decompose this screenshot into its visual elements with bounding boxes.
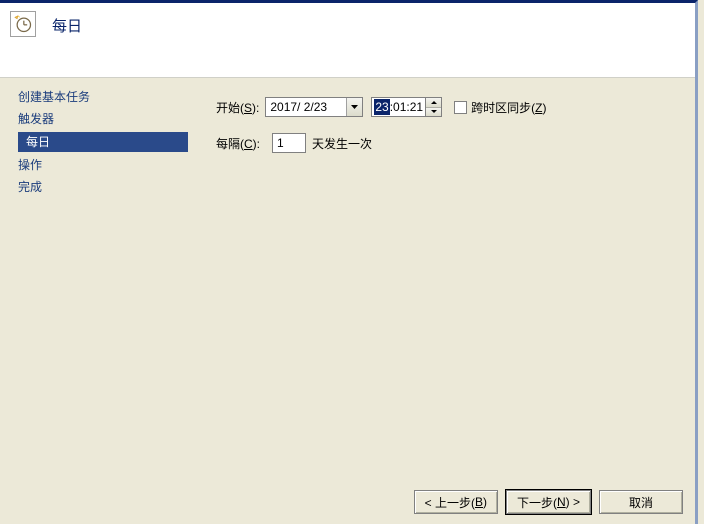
start-time-field[interactable]: 23:01:21 [371, 97, 426, 117]
clock-icon [10, 11, 36, 37]
wizard-window: 每日 创建基本任务 触发器 每日 操作 完成 开始(S): 2017/ 2/23 [0, 0, 698, 524]
sidebar-item-action[interactable]: 操作 [0, 154, 196, 176]
sidebar-item-trigger[interactable]: 触发器 [0, 108, 196, 130]
time-spin-down[interactable] [426, 108, 441, 117]
start-row: 开始(S): 2017/ 2/23 23:01:21 [216, 96, 685, 118]
footer-buttons: < 上一步(B) 下一步(N) > 取消 [414, 490, 683, 514]
content-pane: 开始(S): 2017/ 2/23 23:01:21 [196, 78, 695, 468]
wizard-body: 创建基本任务 触发器 每日 操作 完成 开始(S): 2017/ 2/23 [0, 78, 695, 468]
cancel-button[interactable]: 取消 [599, 490, 683, 514]
start-date-picker[interactable]: 2017/ 2/23 [265, 97, 363, 117]
recur-suffix: 天发生一次 [312, 135, 372, 152]
start-time-spinner[interactable]: 23:01:21 [371, 97, 442, 117]
time-hours-selected[interactable]: 23 [374, 99, 389, 115]
time-spin-up[interactable] [426, 98, 441, 108]
page-title: 每日 [52, 15, 82, 36]
start-label: 开始(S): [216, 99, 259, 116]
sidebar-item-daily[interactable]: 每日 [18, 132, 188, 152]
sidebar: 创建基本任务 触发器 每日 操作 完成 [0, 78, 196, 468]
sidebar-item-create-task[interactable]: 创建基本任务 [0, 86, 196, 108]
time-rest[interactable]: :01:21 [390, 99, 423, 115]
start-date-value[interactable]: 2017/ 2/23 [266, 98, 346, 116]
time-spin-buttons [426, 97, 442, 117]
date-dropdown-button[interactable] [346, 98, 362, 116]
recur-row: 每隔(C): 1 天发生一次 [216, 132, 685, 154]
sidebar-item-finish[interactable]: 完成 [0, 176, 196, 198]
next-button[interactable]: 下一步(N) > [506, 490, 591, 514]
recur-label: 每隔(C): [216, 135, 260, 152]
wizard-header: 每日 [0, 3, 695, 78]
back-button[interactable]: < 上一步(B) [414, 490, 498, 514]
timezone-sync-label: 跨时区同步(Z) [471, 99, 546, 116]
recur-days-input[interactable]: 1 [272, 133, 306, 153]
timezone-sync-checkbox[interactable] [454, 101, 467, 114]
